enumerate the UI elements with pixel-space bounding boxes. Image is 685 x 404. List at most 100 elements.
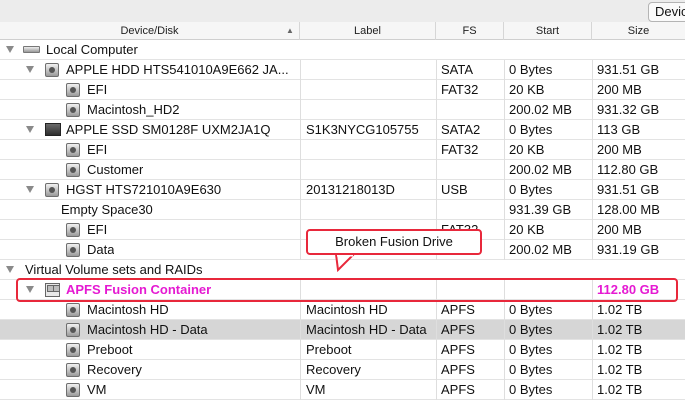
size-cell: 931.19 GB (597, 242, 660, 257)
tree-row-partition[interactable]: EFI FAT32 20 KB 200 MB (0, 80, 685, 100)
device-name: APPLE HDD HTS541010A9E662 JA... (66, 62, 289, 77)
volume-icon (66, 83, 80, 97)
device-name: Local Computer (46, 42, 138, 57)
tree-row-disk[interactable]: APPLE SSD SM0128F UXM2JA1Q S1K3NYCG10575… (0, 120, 685, 140)
size-cell: 200 MB (597, 82, 642, 97)
device-name: Customer (87, 162, 144, 177)
device-name: EFI (87, 82, 108, 97)
size-cell: 931.32 GB (597, 102, 660, 117)
size-cell: 1.02 TB (597, 302, 643, 317)
top-toolbar: Device (0, 0, 685, 22)
start-cell: 0 Bytes (509, 322, 553, 337)
size-cell: 200 MB (597, 142, 642, 157)
tree-row-apfs-volume-selected[interactable]: Macintosh HD - Data Macintosh HD - Data … (0, 320, 685, 340)
start-cell: 0 Bytes (509, 122, 553, 137)
size-cell: 931.51 GB (597, 62, 660, 77)
size-cell: 931.51 GB (597, 182, 660, 197)
volume-icon (66, 143, 80, 157)
size-cell: 112.80 GB (597, 162, 659, 177)
fs-cell: APFS (441, 362, 475, 377)
fs-cell: APFS (441, 322, 475, 337)
device-name: Virtual Volume sets and RAIDs (25, 262, 203, 277)
fs-cell: APFS (441, 302, 475, 317)
disclosure-triangle-icon[interactable] (26, 186, 34, 193)
fs-cell: SATA2 (441, 122, 481, 137)
column-header-fs[interactable]: FS (436, 22, 504, 40)
start-cell: 20 KB (509, 82, 545, 97)
volume-icon (66, 383, 80, 397)
label-cell: Recovery (306, 362, 361, 377)
volume-icon (66, 243, 80, 257)
label-cell: Preboot (306, 342, 352, 357)
fs-cell: APFS (441, 382, 475, 397)
device-name: Recovery (87, 362, 142, 377)
device-button[interactable]: Device (648, 2, 685, 22)
size-cell: 1.02 TB (597, 322, 643, 337)
column-header-size[interactable]: Size (592, 22, 685, 40)
disclosure-triangle-icon[interactable] (6, 266, 14, 273)
device-name: Macintosh HD (87, 302, 169, 317)
tree-row-disk[interactable]: APPLE HDD HTS541010A9E662 JA... SATA 0 B… (0, 60, 685, 80)
fusion-container-highlight (16, 278, 678, 302)
broken-fusion-drive-callout: Broken Fusion Drive (306, 229, 482, 255)
tree-row-apfs-volume[interactable]: Macintosh HD Macintosh HD APFS 0 Bytes 1… (0, 300, 685, 320)
device-name: Macintosh HD - Data (87, 322, 208, 337)
device-name: Data (87, 242, 115, 257)
size-cell: 1.02 TB (597, 382, 643, 397)
fs-cell: USB (441, 182, 468, 197)
device-name: HGST HTS721010A9E630 (66, 182, 222, 197)
column-header-start[interactable]: Start (504, 22, 592, 40)
start-cell: 0 Bytes (509, 342, 553, 357)
column-header-label[interactable]: Label (300, 22, 436, 40)
start-cell: 0 Bytes (509, 62, 553, 77)
device-name: APPLE SSD SM0128F UXM2JA1Q (66, 122, 271, 137)
device-name: EFI (87, 222, 108, 237)
disclosure-triangle-icon[interactable] (26, 66, 34, 73)
callout-pointer (334, 254, 356, 272)
tree-row-empty-space[interactable]: Empty Space30 931.39 GB 128.00 MB (0, 200, 685, 220)
tree-row-apfs-volume[interactable]: VM VM APFS 0 Bytes 1.02 TB (0, 380, 685, 400)
device-name: VM (87, 382, 107, 397)
volume-icon (66, 303, 80, 317)
label-cell: Macintosh HD - Data (306, 322, 427, 337)
computer-icon (23, 46, 40, 53)
hard-disk-icon (45, 63, 59, 77)
volume-icon (66, 323, 80, 337)
sort-ascending-icon: ▲ (286, 26, 294, 35)
start-cell: 0 Bytes (509, 382, 553, 397)
fs-cell: FAT32 (441, 142, 479, 157)
tree-row-apfs-volume[interactable]: Preboot Preboot APFS 0 Bytes 1.02 TB (0, 340, 685, 360)
start-cell: 200.02 MB (509, 102, 572, 117)
start-cell: 20 KB (509, 142, 545, 157)
volume-icon (66, 103, 80, 117)
label-cell: VM (306, 382, 326, 397)
volume-icon (66, 363, 80, 377)
ssd-icon (45, 123, 61, 136)
fs-cell: SATA (441, 62, 474, 77)
volume-icon (66, 223, 80, 237)
size-cell: 200 MB (597, 222, 642, 237)
label-cell: 20131218013D (306, 182, 395, 197)
volume-icon (66, 163, 80, 177)
start-cell: 0 Bytes (509, 182, 553, 197)
hard-disk-icon (45, 183, 59, 197)
tree-row-apfs-volume[interactable]: Recovery Recovery APFS 0 Bytes 1.02 TB (0, 360, 685, 380)
label-cell: Macintosh HD (306, 302, 388, 317)
tree-row-disk[interactable]: HGST HTS721010A9E630 20131218013D USB 0 … (0, 180, 685, 200)
tree-row-partition[interactable]: Macintosh_HD2 200.02 MB 931.32 GB (0, 100, 685, 120)
size-cell: 1.02 TB (597, 342, 643, 357)
tree-row-partition[interactable]: EFI FAT32 20 KB 200 MB (0, 140, 685, 160)
start-cell: 0 Bytes (509, 362, 553, 377)
tree-row-local-computer[interactable]: Local Computer (0, 40, 685, 60)
size-cell: 128.00 MB (597, 202, 660, 217)
column-header-device[interactable]: Device/Disk (0, 22, 300, 40)
start-cell: 931.39 GB (509, 202, 572, 217)
tree-row-partition[interactable]: Customer 200.02 MB 112.80 GB (0, 160, 685, 180)
start-cell: 20 KB (509, 222, 545, 237)
device-name: Preboot (87, 342, 133, 357)
disclosure-triangle-icon[interactable] (26, 126, 34, 133)
size-cell: 113 GB (597, 122, 641, 137)
disclosure-triangle-icon[interactable] (6, 46, 14, 53)
fs-cell: FAT32 (441, 82, 479, 97)
start-cell: 200.02 MB (509, 242, 572, 257)
